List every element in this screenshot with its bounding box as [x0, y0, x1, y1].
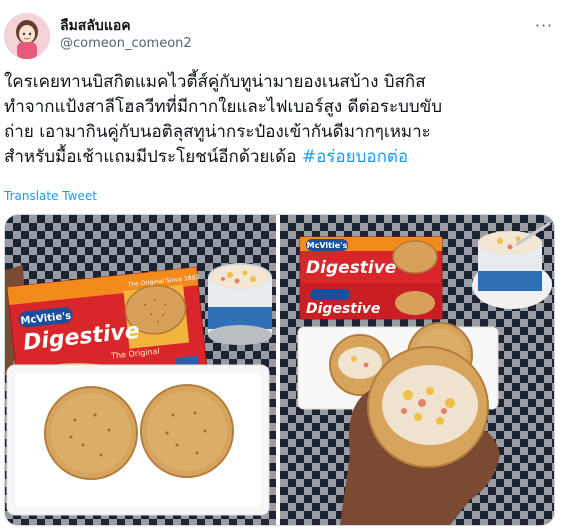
biscuit: [140, 384, 234, 478]
tweet-card: ลืมสลับแอค @comeon_comeon2 ··· ใครเคยทาน…: [0, 0, 571, 529]
tweet-text-line: ถ่าย เอามากินคู่กับนอติลุสทูน่ากระป๋องเข…: [4, 122, 431, 142]
photo-biscuit-with-tuna[interactable]: McVitie's Digestive The Original Digesti…: [280, 215, 554, 525]
tweet-text-line: สำหรับมื้อเช้าแถมมีประโยชน์อีกด้วยเด้อ #…: [4, 145, 564, 170]
tweet-text-segment: สำหรับมื้อเช้าแถมมีประโยชน์อีกด้วยเด้อ: [4, 147, 302, 167]
photo-left-illustration: McVitie's Digestive The Original The Ori…: [5, 263, 272, 516]
tweet-text-line: ใครเคยทานบิสกิตแมคไวตี้ส์คู่กับทูน่ามายอ…: [4, 72, 426, 92]
media-gallery: McVitie's Digestive The Original The Ori…: [4, 214, 555, 526]
author-handle[interactable]: @comeon_comeon2: [60, 36, 192, 51]
biscuit: [44, 386, 138, 480]
biscuit: [367, 346, 489, 468]
translate-tweet-link[interactable]: Translate Tweet: [4, 189, 97, 203]
pack-product-label-secondary: Digestive: [306, 301, 380, 317]
photo-biscuit-pack-and-plate[interactable]: McVitie's Digestive The Original The Ori…: [5, 215, 276, 525]
pack-brand-label: McVitie's: [307, 241, 348, 250]
more-options-button[interactable]: ···: [533, 14, 555, 36]
tweet-text: ใครเคยทานบิสกิตแมคไวตี้ส์คู่กับทูน่ามายอ…: [4, 70, 564, 170]
author-display-name[interactable]: ลืมสลับแอค: [60, 15, 131, 37]
more-options-icon: ···: [534, 15, 554, 35]
avatar[interactable]: [4, 13, 50, 59]
photo-right-illustration: McVitie's Digestive The Original Digesti…: [297, 221, 552, 525]
biscuit-pack: McVitie's Digestive The Original Digesti…: [299, 236, 443, 320]
tweet-text-line: ทำจากแป้งสาลีโฮลวีทที่มีกากใยและไฟเบอร์ส…: [4, 97, 443, 117]
tuna-can: [472, 221, 552, 309]
tuna-can: [208, 263, 272, 345]
avatar-illustration: [4, 13, 50, 59]
pack-product-label: Digestive: [306, 258, 396, 278]
hashtag-link[interactable]: #อร่อยบอกต่อ: [302, 147, 408, 167]
